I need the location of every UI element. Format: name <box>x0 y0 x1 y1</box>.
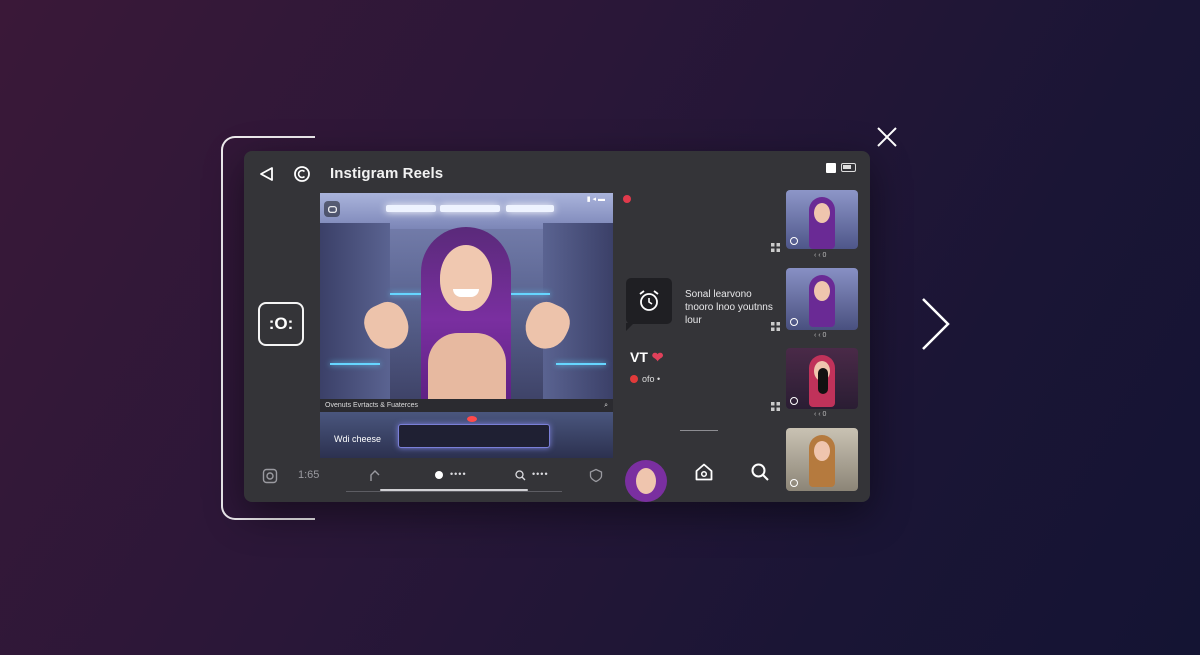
streamer-face <box>440 245 492 311</box>
reel-thumbnail[interactable] <box>786 268 858 330</box>
rec-row: ofo • <box>630 374 660 384</box>
play-icon <box>790 479 798 487</box>
video-caption: Ovenuts Evrtacts & Fuaterces <box>325 402 418 409</box>
play-icon <box>790 237 798 245</box>
red-light <box>467 416 477 422</box>
streamer-smile <box>453 289 479 297</box>
home-icon[interactable] <box>694 462 714 482</box>
neon-strip <box>330 363 380 365</box>
grid-icon[interactable] <box>771 322 780 331</box>
camera-icon <box>327 205 337 213</box>
keyboard-scene <box>398 424 550 448</box>
thumb-caption: ‹ ‹ 0 <box>814 411 827 418</box>
alarm-chat-icon <box>639 290 659 311</box>
rec-label: ofo • <box>642 374 661 384</box>
camera-mode-button[interactable]: :O: <box>258 302 304 346</box>
rec-dot-icon <box>630 375 638 383</box>
reels-window: Instigram Reels :O: ▮ ◂ ▬ Ovenuts Evrtac… <box>244 151 870 502</box>
play-icon <box>790 318 798 326</box>
ceiling-light <box>386 205 436 212</box>
back-triangle-icon[interactable] <box>258 165 276 183</box>
video-camera-badge[interactable] <box>324 201 340 217</box>
shield-icon[interactable] <box>589 468 603 483</box>
grid-icon[interactable] <box>771 402 780 411</box>
record-indicator <box>623 195 631 203</box>
toolbar-search-icon[interactable] <box>515 470 526 481</box>
grid-icon[interactable] <box>771 243 780 252</box>
thumb-face <box>814 441 830 461</box>
video-status-icons: ▮ ◂ ▬ <box>586 196 605 203</box>
avatar-face <box>636 468 656 494</box>
time-readout: 1:65 <box>298 469 320 481</box>
secondary-video[interactable]: Wdi cheese <box>320 412 613 458</box>
reel-thumbnail[interactable] <box>786 190 858 249</box>
search-icon[interactable] <box>750 462 770 482</box>
refresh-icon[interactable] <box>293 165 311 183</box>
live-tag-text: VT <box>630 349 648 365</box>
ceiling-light <box>440 205 500 212</box>
page-dots: •••• <box>450 469 467 479</box>
reel-thumbnail[interactable] <box>786 428 858 491</box>
thumb-face <box>814 281 830 301</box>
status-square-icon <box>826 163 836 173</box>
thumb-face <box>814 203 830 223</box>
divider <box>680 430 718 431</box>
chat-message: Sonal learvono tnooro lnoo youtnns lour <box>685 289 773 326</box>
playback-dot[interactable] <box>435 471 443 479</box>
thumb-caption: ‹ ‹ 0 <box>814 252 827 259</box>
caption-search-icon[interactable]: ⌕ <box>604 399 608 412</box>
microphone-icon <box>818 368 828 394</box>
neon-strip <box>510 293 550 295</box>
camera-mode-label: :O: <box>268 314 294 333</box>
gallery-icon[interactable] <box>262 468 278 484</box>
live-tag: VT ❤ <box>630 349 664 366</box>
play-icon <box>790 397 798 405</box>
chat-button[interactable] <box>626 278 672 331</box>
page-dots: •••• <box>532 469 549 479</box>
secondary-video-label: Wdi cheese <box>334 434 382 444</box>
reel-thumbnail[interactable] <box>786 348 858 409</box>
main-video[interactable]: ▮ ◂ ▬ <box>320 193 613 412</box>
close-icon[interactable] <box>874 124 900 150</box>
share-icon[interactable] <box>369 469 381 482</box>
thumb-caption: ‹ ‹ 0 <box>814 332 827 339</box>
progress-track[interactable] <box>346 491 562 492</box>
chevron-right-icon[interactable] <box>916 296 952 352</box>
page-title: Instigram Reels <box>330 165 444 182</box>
heart-icon[interactable]: ❤ <box>652 349 664 365</box>
neon-strip <box>556 363 606 365</box>
battery-icon <box>841 163 856 172</box>
ceiling-light <box>506 205 554 212</box>
avatar[interactable] <box>625 460 667 502</box>
progress-fill <box>380 489 528 491</box>
video-caption-bar: Ovenuts Evrtacts & Fuaterces ⌕ <box>320 399 613 412</box>
